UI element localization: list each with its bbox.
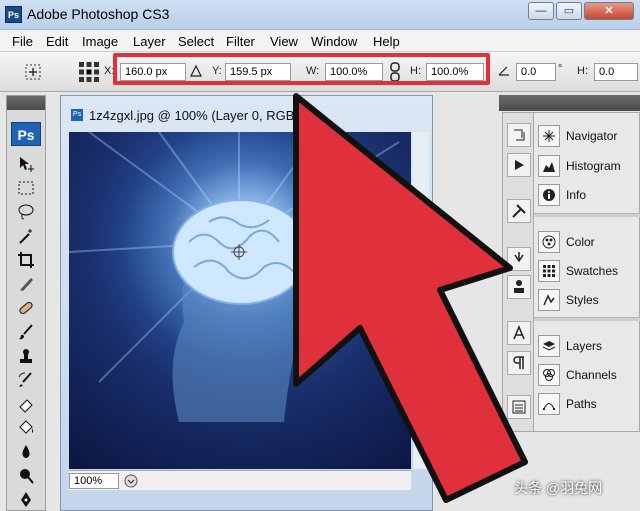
blur-tool[interactable]: [11, 440, 41, 463]
toolbox: Ps: [6, 95, 46, 511]
bucket-icon: [19, 419, 33, 434]
marquee-tool[interactable]: [11, 176, 41, 199]
pen-icon: [21, 491, 31, 507]
menu-select[interactable]: Select: [178, 34, 214, 49]
panel-histogram[interactable]: Histogram: [538, 153, 640, 179]
panel-info[interactable]: Info: [538, 182, 640, 208]
panel-dock-header[interactable]: [499, 95, 640, 111]
menu-edit[interactable]: Edit: [46, 34, 68, 49]
blur-drop-icon: [22, 444, 30, 458]
status-menu-icon[interactable]: [124, 474, 138, 488]
layer-comps-icon[interactable]: [507, 395, 531, 419]
healing-brush-tool[interactable]: [11, 296, 41, 319]
restore-button[interactable]: ▭: [556, 2, 582, 20]
color-icon: [538, 231, 560, 253]
image-canvas[interactable]: [69, 132, 411, 469]
hskew-label: H:: [577, 65, 588, 77]
actions-panel-icon[interactable]: [507, 153, 531, 177]
slice-tool[interactable]: [11, 272, 41, 295]
vertical-scrollbar[interactable]: [413, 132, 429, 469]
panel-styles[interactable]: Styles: [538, 287, 640, 313]
eraser-tool[interactable]: [11, 392, 41, 415]
swatches-icon: [538, 260, 560, 282]
panel-layers[interactable]: Layers: [538, 333, 640, 359]
paths-icon: [538, 393, 560, 415]
brush-icon: [19, 323, 33, 339]
move-icon: [20, 156, 34, 172]
slice-icon: [20, 277, 33, 291]
tool-presets-icon[interactable]: [507, 199, 531, 223]
menu-bar: File Edit Image Layer Select Filter View…: [0, 30, 640, 52]
panel-swatches[interactable]: Swatches: [538, 258, 640, 284]
move-selection-icon[interactable]: [24, 63, 42, 81]
crop-icon: [18, 251, 34, 268]
brushes-panel-icon[interactable]: [507, 247, 531, 271]
menu-window[interactable]: Window: [311, 34, 357, 49]
magic-wand-tool[interactable]: [11, 224, 41, 247]
document-ps-icon: Ps: [71, 109, 83, 121]
menu-image[interactable]: Image: [82, 34, 118, 49]
panel-list: Navigator Histogram Info Color Swatches …: [533, 112, 640, 432]
magic-wand-icon: [19, 228, 32, 244]
navigator-icon: [538, 125, 560, 147]
photoshop-logo[interactable]: Ps: [11, 122, 41, 146]
brain-image: [69, 132, 411, 422]
close-button[interactable]: ✕: [584, 2, 634, 20]
styles-icon: [538, 289, 560, 311]
lasso-icon: [18, 204, 34, 219]
zoom-field[interactable]: 100%: [69, 473, 119, 489]
photoshop-app-icon: Ps: [5, 6, 22, 23]
panel-icon-strip: [502, 112, 534, 432]
panel-paths[interactable]: Paths: [538, 391, 640, 417]
panel-channels[interactable]: Channels: [538, 362, 640, 388]
menu-file[interactable]: File: [12, 34, 33, 49]
menu-help[interactable]: Help: [373, 34, 400, 49]
panel-navigator[interactable]: Navigator: [538, 123, 640, 149]
menu-filter[interactable]: Filter: [226, 34, 255, 49]
document-window: Ps 1z4zgxl.jpg @ 100% (Layer 0, RGB/8) 1…: [60, 95, 433, 511]
menu-layer[interactable]: Layer: [133, 34, 166, 49]
panel-divider: [534, 213, 640, 217]
degree-symbol: °: [558, 63, 563, 75]
channels-icon: [538, 364, 560, 386]
dodge-icon: [20, 468, 34, 484]
histogram-icon: [538, 155, 560, 177]
toolbox-header[interactable]: [7, 96, 45, 110]
dodge-tool[interactable]: [11, 464, 41, 487]
stamp-icon: [20, 348, 32, 363]
character-panel-icon[interactable]: [507, 321, 531, 345]
angle-icon: [498, 66, 509, 76]
eraser-icon: [19, 398, 33, 413]
brush-tool[interactable]: [11, 320, 41, 343]
history-panel-icon[interactable]: [507, 123, 531, 147]
position-size-highlight: [113, 53, 490, 85]
watermark: 头条 @羽兔网: [514, 480, 603, 496]
title-bar: Ps Adobe Photoshop CS3 — ▭ ✕: [0, 0, 640, 30]
document-title: 1z4zgxl.jpg @ 100% (Layer 0, RGB/8): [89, 108, 310, 123]
rotation-field[interactable]: 0.0: [516, 63, 556, 81]
document-status-bar: 100%: [69, 470, 411, 490]
panel-color[interactable]: Color: [538, 229, 640, 255]
reference-point-icon[interactable]: [78, 61, 100, 83]
history-brush-tool[interactable]: [11, 368, 41, 391]
menu-view[interactable]: View: [270, 34, 298, 49]
layers-icon: [538, 335, 560, 357]
pen-tool[interactable]: [11, 488, 41, 511]
paint-bucket-tool[interactable]: [11, 416, 41, 439]
marquee-icon: [18, 181, 34, 194]
window-title: Adobe Photoshop CS3: [27, 6, 170, 22]
horizontal-skew-field[interactable]: 0.0: [594, 63, 638, 81]
minimize-button[interactable]: —: [528, 2, 554, 20]
info-icon: [538, 184, 560, 206]
history-brush-icon: [18, 371, 32, 387]
crop-tool[interactable]: [11, 248, 41, 271]
paragraph-panel-icon[interactable]: [507, 351, 531, 375]
clone-source-icon[interactable]: [507, 275, 531, 299]
bandage-icon: [19, 301, 33, 314]
panel-divider: [534, 317, 640, 321]
lasso-tool[interactable]: [11, 200, 41, 223]
clone-stamp-tool[interactable]: [11, 344, 41, 367]
move-tool[interactable]: [11, 152, 41, 175]
